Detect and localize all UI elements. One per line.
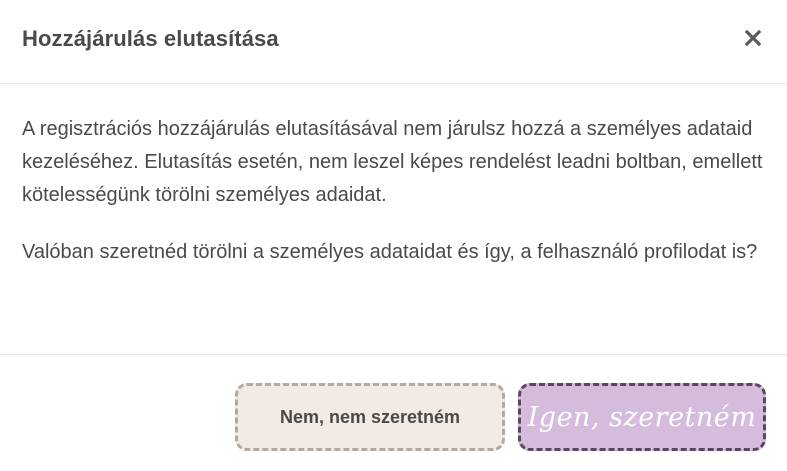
decline-button[interactable]: Nem, nem szeretném	[235, 383, 505, 451]
dialog-header: Hozzájárulás elutasítása	[0, 0, 787, 84]
consent-rejection-dialog: Hozzájárulás elutasítása A regisztrációs…	[0, 0, 787, 471]
confirmation-question: Valóban szeretnéd törölni a személyes ad…	[22, 241, 758, 263]
dialog-body: A regisztrációs hozzájárulás elutasításá…	[0, 85, 787, 355]
warning-paragraph: A regisztrációs hozzájárulás elutasításá…	[22, 118, 763, 206]
dialog-title: Hozzájárulás elutasítása	[22, 26, 279, 51]
close-icon	[744, 29, 762, 47]
confirm-button[interactable]: Igen, szeretném	[518, 383, 766, 451]
close-button[interactable]	[739, 24, 767, 52]
dialog-footer: Nem, nem szeretném Igen, szeretném	[0, 356, 787, 471]
